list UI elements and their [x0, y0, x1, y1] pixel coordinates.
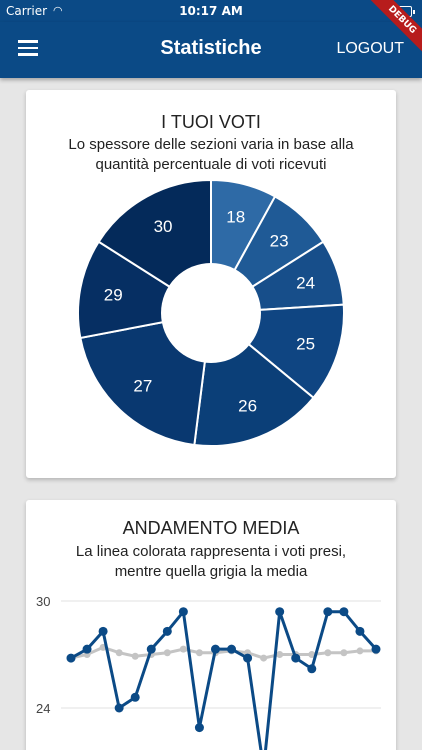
grade-point-7 — [178, 607, 188, 617]
pie-label-25: 25 — [296, 335, 315, 354]
debug-banner: DEBUG — [352, 0, 422, 60]
average-point-16 — [324, 649, 332, 657]
pie-label-30: 30 — [154, 217, 173, 236]
grade-point-6 — [162, 626, 172, 636]
grade-point-11 — [243, 653, 253, 663]
y-tick-30: 30 — [36, 594, 50, 609]
grade-point-9 — [210, 644, 220, 654]
pie-label-24: 24 — [296, 273, 315, 292]
grade-point-4 — [130, 692, 140, 702]
average-title: ANDAMENTO MEDIA — [122, 518, 300, 538]
debug-ribbon: DEBUG — [363, 0, 422, 59]
average-card: ANDAMENTO MEDIA La linea colorata rappre… — [26, 500, 396, 750]
grades-line — [70, 608, 378, 750]
average-point-18 — [356, 647, 364, 655]
pie-label-26: 26 — [238, 397, 257, 416]
grade-point-17 — [339, 607, 349, 617]
votes-card: I TUOI VOTI Lo spessore delle sezioni va… — [26, 90, 396, 478]
average-line-chart: 30 24 — [36, 594, 381, 750]
average-point-13 — [276, 651, 284, 658]
grade-point-18 — [355, 626, 365, 636]
grade-point-19 — [371, 644, 381, 654]
average-point-12 — [260, 654, 268, 662]
grade-point-16 — [323, 607, 333, 617]
grade-point-2 — [98, 626, 108, 636]
average-point-4 — [131, 652, 139, 660]
average-point-3 — [115, 649, 123, 657]
votes-subtitle-line2: quantità percentuale di voti ricevuti — [95, 156, 327, 173]
votes-pie-chart: 18 23 24 25 26 27 29 30 — [77, 178, 345, 447]
grade-point-3 — [114, 703, 124, 713]
pie-label-18: 18 — [226, 208, 245, 227]
average-subtitle-line1: La linea colorata rappresenta i voti pre… — [75, 543, 347, 560]
votes-title: I TUOI VOTI — [161, 112, 261, 132]
grade-point-0 — [66, 653, 76, 663]
grade-point-8 — [194, 723, 204, 733]
grade-point-15 — [307, 664, 317, 674]
pie-label-27: 27 — [133, 377, 152, 396]
average-point-7 — [179, 645, 187, 653]
grade-point-13 — [275, 607, 285, 617]
y-tick-24: 24 — [36, 701, 50, 716]
grade-point-5 — [146, 644, 156, 654]
average-subtitle-line2: mentre quella grigia la media — [114, 563, 308, 580]
grade-point-1 — [82, 644, 92, 654]
pie-label-23: 23 — [270, 231, 289, 250]
pie-hole — [161, 263, 261, 363]
average-point-6 — [163, 649, 171, 657]
average-point-17 — [340, 649, 348, 657]
average-point-8 — [195, 649, 203, 657]
votes-subtitle-line1: Lo spessore delle sezioni varia in base … — [68, 136, 354, 153]
grade-point-10 — [227, 644, 237, 654]
pie-label-29: 29 — [104, 285, 123, 304]
grade-point-14 — [291, 653, 301, 663]
